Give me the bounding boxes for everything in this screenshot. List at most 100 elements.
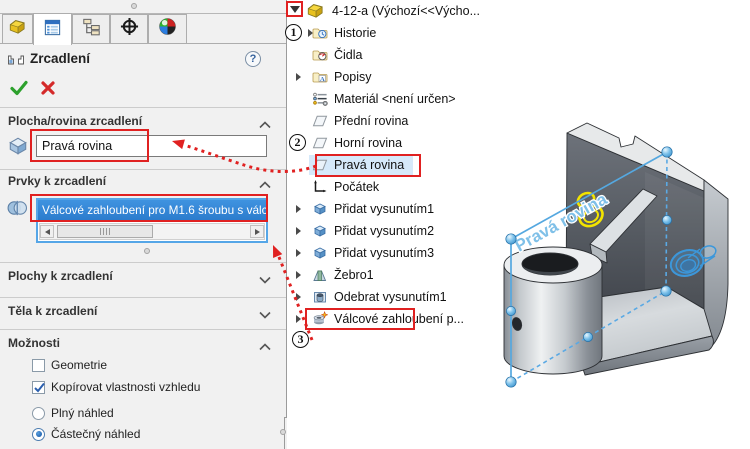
cut-extrude bbox=[312, 289, 328, 305]
configuration-manager-tab[interactable] bbox=[72, 14, 110, 43]
tree-item-1[interactable]: Historie bbox=[286, 23, 512, 43]
section-label: Možnosti bbox=[8, 336, 60, 350]
checkbox-1[interactable]: Kopírovat vlastnosti vzhledu bbox=[32, 379, 200, 395]
option-label: Plný náhled bbox=[51, 406, 114, 420]
section-faces: Plochy k zrcadlení bbox=[0, 267, 286, 287]
help-button[interactable]: ? bbox=[245, 51, 261, 67]
expand-arrow-icon[interactable] bbox=[296, 73, 301, 81]
checkbox-checked-icon[interactable] bbox=[32, 380, 45, 394]
tree-item-11[interactable]: Přidat vysunutím3 bbox=[286, 243, 512, 263]
tree-root-item[interactable]: 4-12-a (Výchozí<<Výcho... bbox=[286, 1, 526, 22]
tree-item-6[interactable]: Horní rovina bbox=[286, 133, 512, 153]
tree-item-label: Pravá rovina bbox=[334, 158, 405, 172]
rib bbox=[312, 267, 328, 283]
property-manager-tab[interactable] bbox=[33, 13, 72, 45]
tree-item-13[interactable]: Odebrat vysunutím1 bbox=[286, 287, 512, 307]
radio-1[interactable]: Částečný náhled bbox=[32, 426, 140, 442]
tree-item-label: Přední rovina bbox=[334, 114, 409, 128]
tree-item-label: Přidat vysunutím2 bbox=[334, 224, 435, 238]
radio-selected-icon[interactable] bbox=[32, 427, 45, 441]
section-bodies: Těla k zrcadlení bbox=[0, 302, 286, 322]
scroll-right-button[interactable] bbox=[250, 225, 264, 238]
expand-arrow-icon[interactable] bbox=[296, 205, 301, 213]
mirror-plane-input[interactable] bbox=[36, 135, 267, 157]
section-mirror-plane: Plocha/rovina zrcadlení bbox=[0, 112, 286, 132]
tree-item-label: Popisy bbox=[334, 70, 372, 84]
mirror-feature-icon bbox=[7, 51, 25, 67]
tree-item-label: Válcové zahloubení p... bbox=[334, 312, 464, 326]
panel-title: Zrcadlení bbox=[30, 51, 91, 66]
tree-item-9[interactable]: Přidat vysunutím1 bbox=[286, 199, 512, 219]
tree-item-3[interactable]: A Popisy bbox=[286, 67, 512, 87]
section-features: Prvky k zrcadlení bbox=[0, 172, 286, 192]
tree-item-label: Horní rovina bbox=[334, 136, 403, 150]
tree-item-5[interactable]: Přední rovina bbox=[286, 111, 512, 131]
part-icon bbox=[306, 1, 325, 20]
features-list[interactable]: Válcové zahloubení pro M1.6 šroubu s vál… bbox=[36, 198, 268, 243]
checkbox-unchecked-icon[interactable] bbox=[32, 358, 45, 372]
origin bbox=[312, 179, 328, 195]
boss-extrude bbox=[312, 223, 328, 239]
chevron-up-icon[interactable] bbox=[258, 177, 272, 189]
expand-arrow-icon[interactable] bbox=[296, 315, 301, 323]
sensors-folder bbox=[312, 47, 328, 63]
chevron-up-icon[interactable] bbox=[258, 339, 272, 351]
expand-arrow-icon[interactable] bbox=[296, 249, 301, 257]
chevron-down-icon[interactable] bbox=[258, 307, 272, 319]
tree-item-7[interactable]: Pravá rovina bbox=[286, 155, 512, 175]
tree-item-4[interactable]: Materiál <není určen> bbox=[286, 89, 512, 109]
tree-item-label: Materiál <není určen> bbox=[334, 92, 456, 106]
expand-arrow-icon[interactable] bbox=[296, 227, 301, 235]
tree-item-label: Přidat vysunutím3 bbox=[334, 246, 435, 260]
checkbox-0[interactable]: Geometrie bbox=[32, 357, 107, 373]
boss-extrude bbox=[312, 201, 328, 217]
selected-feature-item[interactable]: Válcové zahloubení pro M1.6 šroubu s vál… bbox=[38, 200, 266, 220]
chevron-down-icon[interactable] bbox=[258, 272, 272, 284]
option-label: Kopírovat vlastnosti vzhledu bbox=[51, 380, 201, 394]
listbox-resize-handle[interactable] bbox=[144, 248, 150, 254]
radio-unselected-icon[interactable] bbox=[32, 406, 45, 420]
tree-item-12[interactable]: Žebro1 bbox=[286, 265, 512, 285]
hole-wizard bbox=[312, 310, 329, 327]
plane-selection-icon bbox=[7, 135, 29, 157]
chevron-up-icon[interactable] bbox=[258, 117, 272, 129]
cancel-button[interactable] bbox=[38, 78, 58, 98]
features-to-mirror-icon bbox=[6, 197, 28, 219]
tree-root-label: 4-12-a (Výchozí<<Výcho... bbox=[332, 4, 480, 18]
tree-item-8[interactable]: Počátek bbox=[286, 177, 512, 197]
configurations-icon bbox=[82, 17, 101, 41]
solidworks-window: Pravá rovina 4-12-a (Výchozí<<Výcho... H… bbox=[0, 0, 750, 449]
annotations-folder: A bbox=[312, 69, 328, 85]
property-manager-panel: Zrcadlení ? Plocha/rovina zrcadlení Prvk… bbox=[0, 0, 287, 449]
expand-arrow-icon[interactable] bbox=[296, 293, 301, 301]
radio-0[interactable]: Plný náhled bbox=[32, 405, 114, 421]
features-tab[interactable] bbox=[2, 14, 33, 43]
option-label: Částečný náhled bbox=[51, 427, 141, 441]
tree-item-2[interactable]: Čidla bbox=[286, 45, 512, 65]
part-icon bbox=[8, 17, 27, 41]
panel-splitter-handle[interactable] bbox=[131, 3, 137, 9]
section-label: Těla k zrcadlení bbox=[8, 304, 98, 318]
tree-item-label: Přidat vysunutím1 bbox=[334, 202, 435, 216]
property-manager-icon bbox=[43, 18, 62, 42]
section-options: Možnosti bbox=[0, 334, 286, 354]
display-manager-tab[interactable] bbox=[148, 14, 187, 43]
dimxpert-tab[interactable] bbox=[110, 14, 148, 43]
horizontal-scrollbar[interactable] bbox=[39, 223, 265, 240]
material bbox=[312, 91, 328, 107]
ok-button[interactable] bbox=[9, 78, 29, 98]
dimxpert-icon bbox=[120, 17, 139, 41]
expand-arrow-icon[interactable] bbox=[296, 271, 301, 279]
section-label: Plochy k zrcadlení bbox=[8, 269, 113, 283]
boss-extrude bbox=[312, 245, 328, 261]
section-label: Plocha/rovina zrcadlení bbox=[8, 114, 143, 128]
plane bbox=[312, 113, 328, 129]
tree-item-14[interactable]: Válcové zahloubení p... bbox=[286, 309, 512, 329]
tree-item-label: Historie bbox=[334, 26, 377, 40]
panel-width-handle[interactable] bbox=[280, 429, 286, 435]
scroll-left-button[interactable] bbox=[40, 225, 54, 238]
history-folder bbox=[312, 25, 328, 41]
tree-item-10[interactable]: Přidat vysunutím2 bbox=[286, 221, 512, 241]
scrollbar-thumb[interactable] bbox=[57, 225, 153, 238]
tree-item-label: Čidla bbox=[334, 48, 363, 62]
